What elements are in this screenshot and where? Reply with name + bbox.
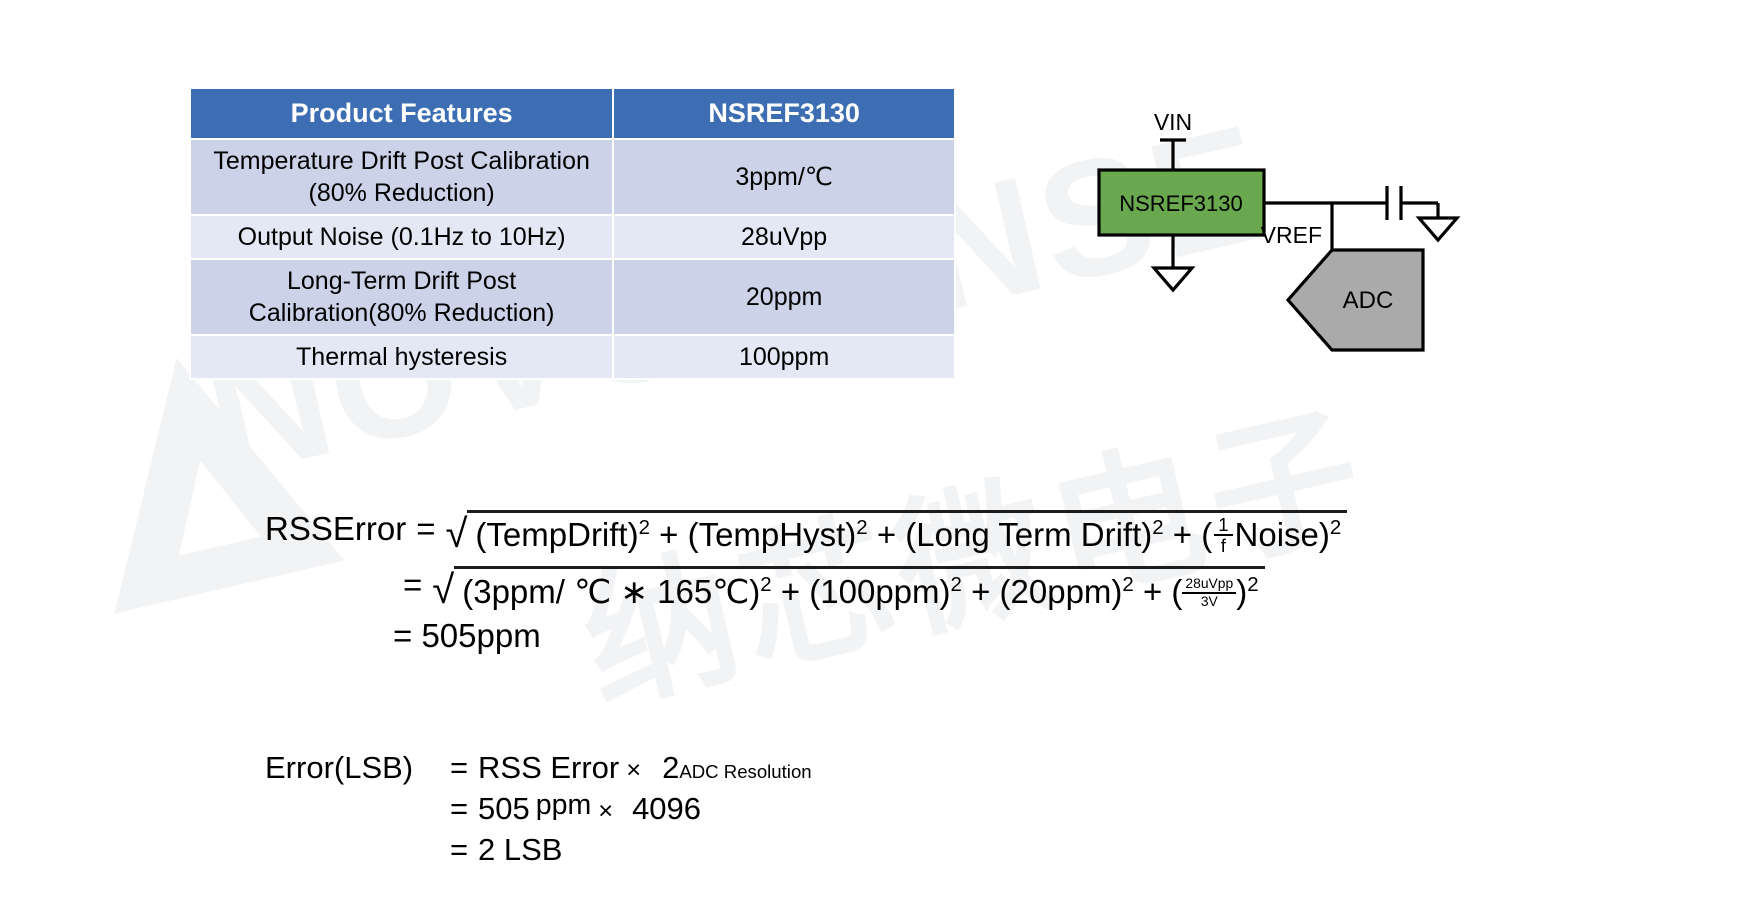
rss-error-formula: RSSError = √ (TempDrift)2 + (TempHyst)2 … <box>265 510 1348 655</box>
lsb-line-result: = 2 LSB <box>265 832 812 868</box>
table-row: Long-Term Drift Post Calibration(80% Red… <box>188 258 956 336</box>
exponent: 2 <box>1122 572 1134 596</box>
feature-name-cell: Thermal hysteresis <box>188 334 615 380</box>
plus-sign: + <box>1142 572 1163 610</box>
lsb-equals-sign-3: = <box>450 832 469 867</box>
rss-formula-line-symbolic: RSSError = √ (TempDrift)2 + (TempHyst)2 … <box>265 510 1348 558</box>
table-header-row: Product Features NSREF3130 <box>188 87 956 140</box>
plus-sign: + <box>659 516 679 553</box>
rss-equals-sign-2: = <box>403 565 423 603</box>
feature-value-cell: 28uVpp <box>612 214 956 260</box>
error-lsb-lhs: Error(LSB) <box>265 750 414 785</box>
lsb-equals-sign-1: = <box>450 750 469 785</box>
rss-formula-result: = 505ppm <box>393 617 1347 655</box>
plus-sign: + <box>971 572 991 610</box>
rss-radical-symbolic: √ (TempDrift)2 + (TempHyst)2 + (Long Ter… <box>445 510 1348 558</box>
numeric-term-hysteresis: (100ppm) <box>809 572 951 610</box>
multiply-asterisk: ∗ <box>620 572 648 610</box>
plus-sign: + <box>780 572 801 610</box>
ground-symbol-capacitor <box>1415 216 1461 243</box>
feature-name-cell: Long-Term Drift Post Calibration(80% Red… <box>188 258 615 336</box>
rss-result-value: = 505ppm <box>393 616 541 654</box>
fraction-numerator: 1 <box>1218 513 1229 535</box>
table-row: Thermal hysteresis 100ppm <box>188 334 956 380</box>
term-temp-drift: (TempDrift) <box>475 516 639 553</box>
feature-name-cell: Temperature Drift Post Calibration (80% … <box>188 138 615 216</box>
plus-sign: + <box>876 516 897 553</box>
numeric-term-drift-a: (3ppm/ ℃ <box>462 572 612 610</box>
noise-over-vref-fraction: 28uVpp 3V <box>1182 575 1237 610</box>
sqrt-icon: √ <box>445 512 468 556</box>
exponent: 2 <box>856 516 868 539</box>
rss-radicand-symbolic: (TempDrift)2 + (TempHyst)2 + (Long Term … <box>467 510 1348 558</box>
rss-formula-line-numeric: = √ (3ppm/ ℃ ∗ 165℃)2 + (100ppm)2 + (20p… <box>393 565 1347 611</box>
lsb-line-numeric: = 505 ppm × 4096 <box>265 789 812 827</box>
rss-radicand-numeric: (3ppm/ ℃ ∗ 165℃)2 + (100ppm)2 + (20ppm)2… <box>454 565 1265 611</box>
ground-symbol-chip <box>1150 266 1196 293</box>
numeric-term-longterm: (20ppm) <box>999 572 1123 610</box>
exponent: 2 <box>950 572 962 596</box>
rss-radical-numeric: √ (3ppm/ ℃ ∗ 165℃)2 + (100ppm)2 + (20ppm… <box>432 565 1265 611</box>
sqrt-icon: √ <box>432 567 455 612</box>
product-features-table: Product Features NSREF3130 Temperature D… <box>188 87 956 380</box>
plus-sign: + <box>1172 516 1193 553</box>
fraction-numerator: 28uVpp <box>1185 575 1234 592</box>
rss-error-term: RSS Error <box>478 750 620 785</box>
error-lsb-formula: Error(LSB) = RSS Error × 2 ADC Resolution… <box>265 750 812 873</box>
noise-open-paren: ( <box>1201 516 1213 553</box>
multiply-sign: × <box>626 756 642 784</box>
vref-label: VREF <box>1261 222 1322 248</box>
lsb-rss-value: 505 <box>478 791 530 826</box>
noise-open-paren: ( <box>1171 572 1183 610</box>
feature-value-cell: 100ppm <box>612 334 956 380</box>
lsb-result-value: 2 LSB <box>478 832 563 867</box>
feature-name-cell: Output Noise (0.1Hz to 10Hz) <box>188 214 615 260</box>
chip-label: NSREF3130 <box>1119 191 1243 216</box>
noise-label: Noise <box>1234 516 1319 553</box>
exponent: 2 <box>1152 516 1164 539</box>
lsb-rss-unit: ppm <box>535 789 592 821</box>
numeric-term-drift-b: 165℃) <box>657 572 761 610</box>
exponent: 2 <box>1329 516 1342 539</box>
lsb-resolution-count: 4096 <box>632 791 702 826</box>
vin-label: VIN <box>1154 110 1192 135</box>
feature-value-cell: 20ppm <box>612 258 956 336</box>
rss-error-lhs: RSSError <box>265 510 407 547</box>
table-row: Output Noise (0.1Hz to 10Hz) 28uVpp <box>188 214 956 260</box>
lsb-equals-sign-2: = <box>450 791 469 826</box>
term-temp-hyst: (TempHyst) <box>687 516 857 553</box>
exponent: 2 <box>1247 572 1259 596</box>
noise-close-paren: ) <box>1318 516 1330 553</box>
multiply-sign: × <box>598 797 614 825</box>
exponent: 2 <box>760 572 772 596</box>
rss-equals-sign-1: = <box>416 510 436 547</box>
lsb-line-symbolic: Error(LSB) = RSS Error × 2 ADC Resolution <box>265 750 812 785</box>
noise-close-paren: ) <box>1236 572 1248 610</box>
feature-value-cell: 3ppm/℃ <box>612 138 956 216</box>
fraction-denominator: f <box>1214 534 1233 556</box>
fraction-denominator: 3V <box>1182 591 1237 610</box>
term-long-term-drift: (Long Term Drift) <box>905 516 1153 553</box>
circuit-block-diagram: VIN NSREF3130 VREF ADC <box>1090 110 1510 400</box>
adc-label: ADC <box>1343 287 1394 314</box>
table-header-product-features: Product Features <box>188 87 615 140</box>
table-header-nsref3130: NSREF3130 <box>612 87 956 140</box>
table-row: Temperature Drift Post Calibration (80% … <box>188 138 956 216</box>
exponent: 2 <box>638 516 650 539</box>
power-base: 2 <box>662 750 680 785</box>
one-over-f-fraction: 1f <box>1214 513 1233 556</box>
